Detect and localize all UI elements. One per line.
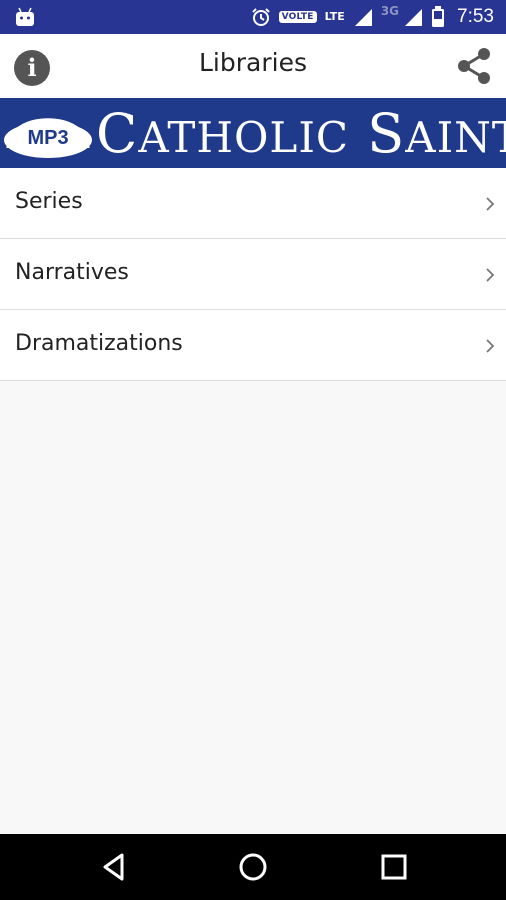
catholic-saints-banner: MP3 CATHOLIC SAINTS: [0, 98, 506, 168]
signal-icon: [353, 7, 373, 27]
mp3-badge: MP3: [27, 127, 69, 149]
back-icon[interactable]: [97, 850, 131, 884]
app-toolbar: i Libraries: [0, 34, 506, 98]
android-icon: [16, 7, 34, 26]
home-icon[interactable]: [236, 850, 270, 884]
clock: 7:53: [457, 6, 494, 27]
recents-icon[interactable]: [377, 850, 411, 884]
alarm-icon: [251, 7, 271, 27]
list-item-label: Narratives: [15, 260, 129, 285]
list-item-label: Dramatizations: [15, 331, 183, 356]
system-nav-bar: [0, 834, 506, 900]
list-item-dramatizations[interactable]: Dramatizations: [0, 310, 506, 381]
banner-title: CATHOLIC SAINTS: [96, 102, 506, 165]
lte-indicator: LTE: [324, 10, 345, 23]
chevron-right-icon: [486, 268, 495, 282]
chevron-right-icon: [486, 339, 495, 353]
chevron-right-icon: [486, 197, 495, 211]
battery-icon: [431, 6, 445, 28]
list-item-series[interactable]: Series: [0, 168, 506, 239]
signal-icon: [403, 7, 423, 27]
libraries-list: Series Narratives Dramatizations: [0, 168, 506, 381]
share-icon[interactable]: [454, 46, 494, 86]
page-title: Libraries: [199, 48, 307, 77]
status-bar: VOLTE LTE 3G 7:53: [0, 0, 506, 34]
volte-badge: VOLTE: [278, 11, 317, 23]
list-item-label: Series: [15, 189, 83, 214]
network-3g-label: 3G: [380, 4, 400, 18]
list-item-narratives[interactable]: Narratives: [0, 239, 506, 310]
